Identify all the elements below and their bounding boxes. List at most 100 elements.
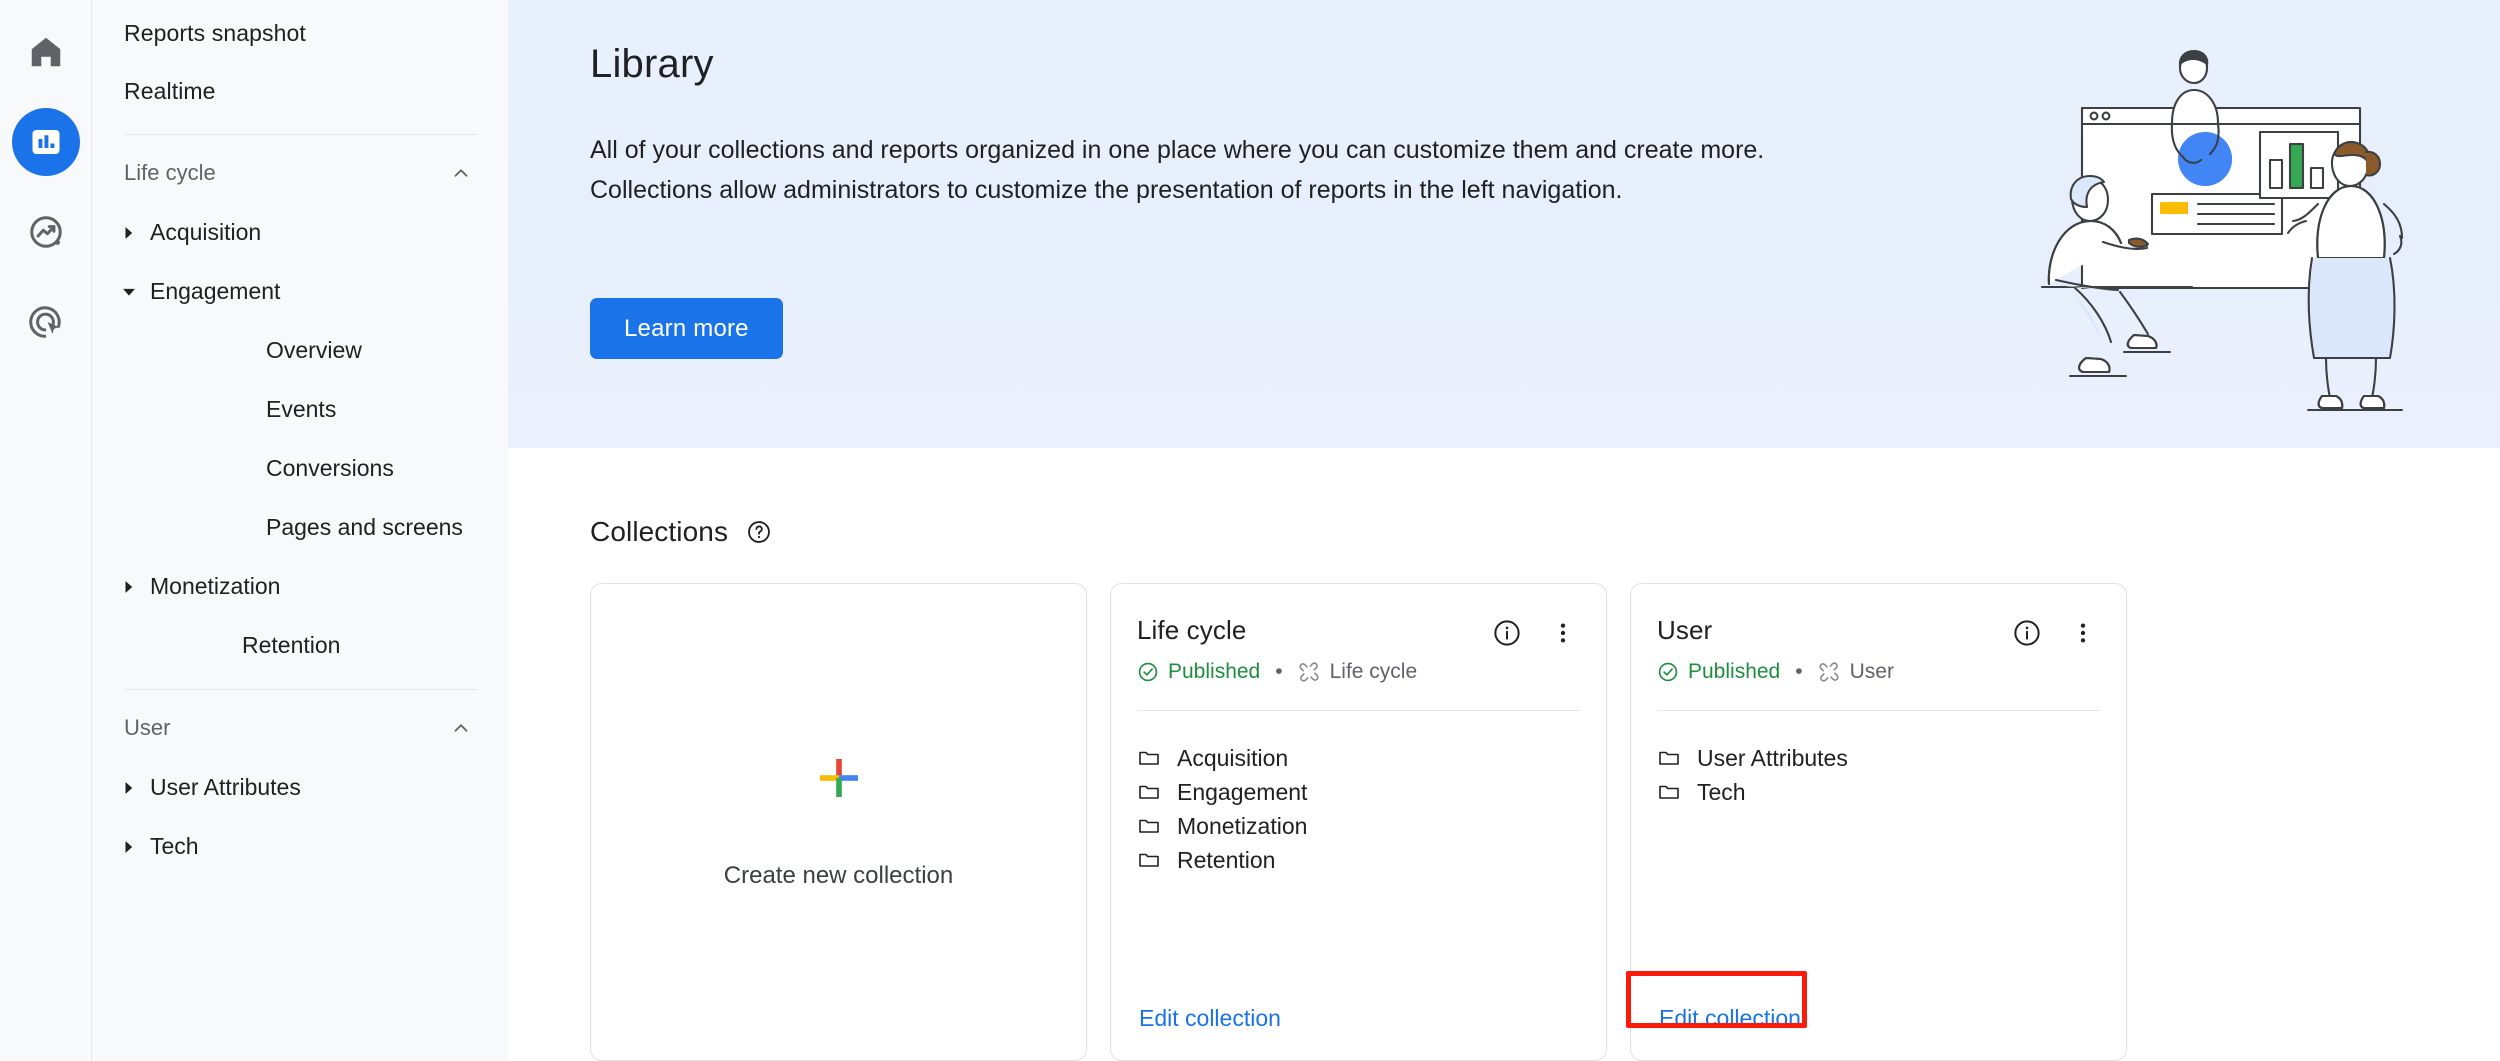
folder-icon (1137, 848, 1161, 872)
collection-card-header: User Published • User (1631, 584, 2126, 711)
chevron-right-icon[interactable] (112, 840, 146, 854)
learn-more-button[interactable]: Learn more (590, 298, 783, 359)
folder-icon (1137, 780, 1161, 804)
status-label: Published (1168, 660, 1261, 683)
edit-collection-button[interactable]: Edit collection (1657, 1001, 1803, 1036)
google-plus-icon (816, 755, 862, 806)
sidebar-item-engagement[interactable]: Engagement (92, 262, 508, 321)
list-item[interactable]: Engagement (1137, 775, 1580, 809)
collection-card-user[interactable]: User Published • User User Attributes Te… (1630, 583, 2127, 1061)
create-new-collection-card[interactable]: Create new collection (590, 583, 1087, 1061)
list-item-label: Retention (1177, 846, 1276, 873)
advertising-icon[interactable] (12, 288, 80, 356)
meta-separator: • (1795, 660, 1803, 683)
collection-card-header: Life cycle Published • Life cycle (1111, 584, 1606, 711)
home-icon[interactable] (12, 18, 80, 86)
list-item[interactable]: Monetization (1137, 809, 1580, 843)
collection-card-life-cycle[interactable]: Life cycle Published • Life cycle Acquis… (1110, 583, 1607, 1061)
more-vertical-icon[interactable] (1546, 616, 1580, 650)
status-label: Published (1688, 660, 1781, 683)
collection-title: Life cycle (1137, 615, 1247, 645)
main-content: Library All of your collections and repo… (508, 0, 2500, 1061)
collection-topic: User (1818, 660, 1894, 684)
list-item[interactable]: Retention (1137, 843, 1580, 877)
meta-separator: • (1275, 660, 1283, 683)
sidebar-item-conversions[interactable]: Conversions (92, 439, 508, 498)
list-item-label: Tech (1697, 778, 1746, 805)
collection-title: User (1657, 615, 1713, 645)
sidebar-item-label: Engagement (150, 278, 281, 304)
collection-topic: Life cycle (1298, 660, 1418, 684)
collections-title: Collections (590, 516, 729, 547)
sidebar-item-overview[interactable]: Overview (92, 321, 508, 380)
sidebar-item-label: Monetization (150, 573, 281, 599)
collection-report-list: Acquisition Engagement Monetization Rete… (1111, 711, 1606, 877)
folder-icon (1137, 814, 1161, 838)
sidebar-item-label: Retention (242, 632, 341, 658)
sidebar-item-realtime[interactable]: Realtime (92, 62, 508, 120)
people-with-dashboard-illustration (2012, 28, 2432, 418)
list-item[interactable]: User Attributes (1657, 741, 2100, 775)
sidebar-item-label: Pages and screens (266, 514, 463, 540)
sidebar-item-reports-snapshot[interactable]: Reports snapshot (92, 4, 508, 62)
help-circle-icon[interactable] (746, 519, 772, 545)
chevron-right-icon[interactable] (112, 781, 146, 795)
status-badge: Published (1137, 660, 1260, 684)
edit-collection-button[interactable]: Edit collection (1137, 1001, 1283, 1036)
sidebar-item-label: Reports snapshot (124, 19, 306, 46)
info-circle-icon[interactable] (2010, 616, 2044, 650)
sidebar-item-retention[interactable]: Retention (92, 616, 508, 675)
chevron-right-icon[interactable] (112, 226, 146, 240)
chevron-up-icon[interactable] (450, 162, 472, 184)
list-item-label: Acquisition (1177, 744, 1289, 771)
more-vertical-icon[interactable] (2066, 616, 2100, 650)
sidebar-item-label: Conversions (266, 455, 394, 481)
topic-label: Life cycle (1329, 660, 1418, 683)
create-new-collection-label: Create new collection (723, 861, 954, 889)
collection-meta: Published • (1657, 660, 2100, 684)
info-circle-icon[interactable] (1490, 616, 1524, 650)
sidebar-item-label: Tech (150, 833, 199, 859)
chevron-down-icon[interactable] (112, 285, 146, 299)
library-hero-banner: Library All of your collections and repo… (508, 0, 2500, 448)
sidebar-item-pages-and-screens[interactable]: Pages and screens (92, 498, 508, 557)
collections-card-grid: Create new collection Life cycle Publish… (590, 583, 2127, 1061)
list-item[interactable]: Acquisition (1137, 741, 1580, 775)
reports-icon[interactable] (11, 108, 80, 176)
sidebar-item-label: Overview (266, 337, 362, 363)
sidebar-item-label: Events (266, 396, 337, 422)
primary-icon-rail (0, 0, 92, 1061)
sidebar-item-events[interactable]: Events (92, 380, 508, 439)
sidebar-item-monetization[interactable]: Monetization (92, 557, 508, 616)
sidebar-divider (124, 689, 478, 690)
topic-link-icon (1298, 661, 1320, 683)
folder-icon (1657, 780, 1681, 804)
folder-icon (1137, 746, 1161, 770)
chevron-up-icon[interactable] (450, 717, 472, 739)
sidebar-section-label: User (124, 715, 171, 740)
sidebar-section-life-cycle[interactable]: Life cycle (92, 143, 508, 203)
collection-meta: Published • (1137, 660, 1580, 684)
page-description: All of your collections and reports orga… (590, 136, 1765, 204)
topic-label: User (1849, 660, 1894, 683)
sidebar-item-label: User Attributes (150, 774, 301, 800)
list-item-label: Engagement (1177, 778, 1308, 805)
list-item-label: User Attributes (1697, 744, 1848, 771)
list-item[interactable]: Tech (1657, 775, 2100, 809)
reports-navigation-sidebar: Reports snapshot Realtime Life cycle Acq… (92, 0, 508, 1061)
sidebar-item-tech[interactable]: Tech (92, 817, 508, 876)
folder-icon (1657, 746, 1681, 770)
sidebar-item-acquisition[interactable]: Acquisition (92, 203, 508, 262)
sidebar-divider (124, 134, 478, 135)
sidebar-section-user[interactable]: User (92, 698, 508, 758)
sidebar-item-user-attributes[interactable]: User Attributes (92, 758, 508, 817)
chevron-right-icon[interactable] (112, 580, 146, 594)
hero-text-block: Library All of your collections and repo… (590, 42, 1850, 210)
check-circle-icon (1657, 661, 1679, 683)
sidebar-item-label: Realtime (124, 77, 216, 104)
collections-header: Collections (590, 516, 772, 548)
explore-icon[interactable] (12, 198, 80, 266)
sidebar-section-label: Life cycle (124, 160, 216, 185)
topic-link-icon (1818, 661, 1840, 683)
list-item-label: Monetization (1177, 812, 1308, 839)
